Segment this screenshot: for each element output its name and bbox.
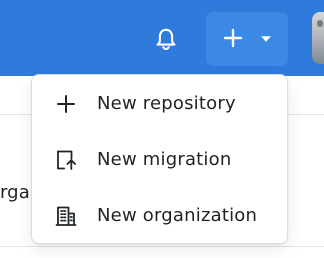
new-organization-label: New organization xyxy=(97,205,258,226)
bell-icon[interactable] xyxy=(152,25,180,53)
new-organization-menu-item[interactable]: New organization xyxy=(33,188,288,244)
avatar[interactable] xyxy=(312,12,324,64)
new-migration-label: New migration xyxy=(97,149,232,170)
chevron-down-icon xyxy=(261,36,271,42)
content-divider xyxy=(0,246,324,247)
new-repository-label: New repository xyxy=(97,93,236,114)
partially-hidden-text: rga xyxy=(0,182,30,203)
plus-icon xyxy=(223,28,243,48)
migration-icon xyxy=(57,150,76,170)
new-migration-menu-item[interactable]: New migration xyxy=(33,132,288,188)
plus-icon xyxy=(57,95,75,113)
create-new-dropdown-menu: New repository New migration New organiz… xyxy=(31,74,288,244)
top-navigation-bar xyxy=(0,0,324,76)
organization-icon xyxy=(55,206,77,226)
create-new-button[interactable] xyxy=(206,12,288,66)
new-repository-menu-item[interactable]: New repository xyxy=(33,76,288,132)
